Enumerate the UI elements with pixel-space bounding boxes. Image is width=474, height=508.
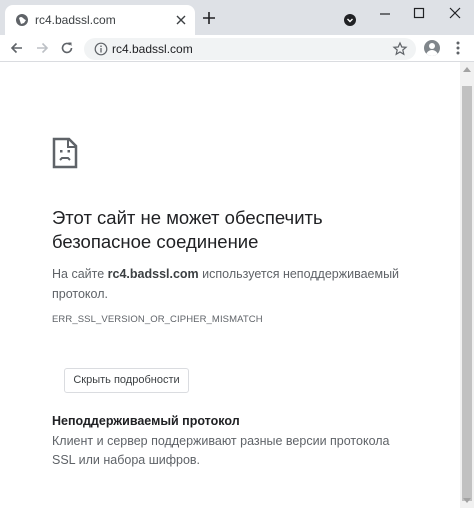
explain-host: rc4.badssl.com xyxy=(107,267,199,281)
globe-icon xyxy=(16,14,28,26)
plus-icon[interactable] xyxy=(202,11,216,25)
sad-document-icon xyxy=(52,137,78,169)
arrow-left-icon[interactable] xyxy=(9,40,25,56)
title-bar: rc4.badssl.com xyxy=(0,0,474,35)
minimize-icon[interactable] xyxy=(378,8,392,20)
error-heading: Этот сайт не может обеспечить безопасное… xyxy=(52,207,323,252)
address-bar[interactable]: rc4.badssl.com xyxy=(84,38,416,60)
star-icon[interactable] xyxy=(392,41,408,57)
reload-icon[interactable] xyxy=(59,40,75,56)
active-tab[interactable]: rc4.badssl.com xyxy=(5,5,195,35)
window-close-icon[interactable] xyxy=(448,6,462,20)
arrow-right-icon[interactable] xyxy=(34,40,50,56)
profile-icon[interactable] xyxy=(424,40,440,56)
vertical-scrollbar[interactable] xyxy=(460,62,474,508)
explain-prefix: На сайте xyxy=(52,267,108,281)
scroll-up-icon[interactable] xyxy=(463,66,471,72)
details-title: Неподдерживаемый протокол xyxy=(52,414,240,428)
close-icon[interactable] xyxy=(173,12,189,28)
tab-title: rc4.badssl.com xyxy=(35,13,116,27)
info-icon[interactable] xyxy=(94,42,108,56)
url-text[interactable]: rc4.badssl.com xyxy=(112,42,193,56)
maximize-icon[interactable] xyxy=(412,6,426,20)
kebab-menu-icon[interactable] xyxy=(451,40,465,56)
error-explanation: На сайте rc4.badssl.com используется неп… xyxy=(52,264,412,304)
browser-toolbar: rc4.badssl.com xyxy=(0,35,474,62)
scroll-down-icon[interactable] xyxy=(463,498,471,504)
hide-details-button[interactable]: Скрыть подробности xyxy=(64,368,189,393)
scroll-thumb[interactable] xyxy=(462,86,472,501)
error-page: Этот сайт не может обеспечить безопасное… xyxy=(0,62,460,508)
tab-search-icon[interactable] xyxy=(343,13,357,27)
error-code[interactable]: ERR_SSL_VERSION_OR_CIPHER_MISMATCH xyxy=(52,314,263,325)
avatar xyxy=(426,43,438,56)
details-text: Клиент и сервер поддерживают разные верс… xyxy=(52,434,390,467)
